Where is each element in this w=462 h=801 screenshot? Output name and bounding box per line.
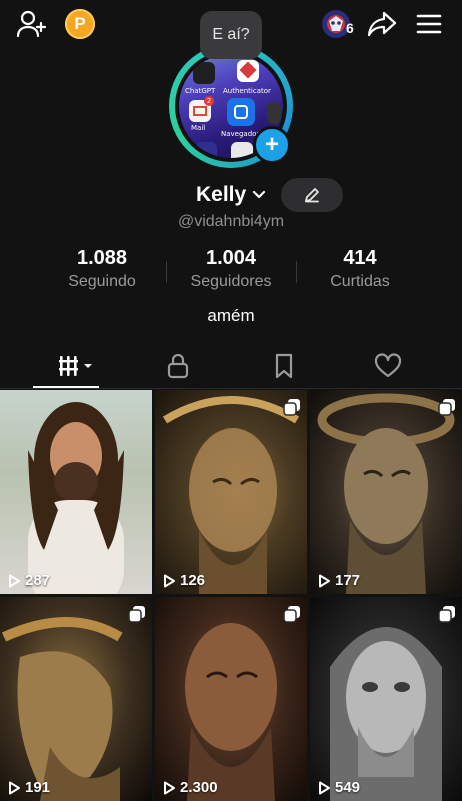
profile-name[interactable]: Kelly (196, 183, 246, 207)
view-count-value: 177 (335, 572, 361, 589)
status-bubble-text: E aí? (212, 26, 250, 43)
stat-label: Seguindo (68, 273, 136, 290)
video-grid: 287 126 177 191 2.300 549 (0, 390, 462, 801)
notifications-avatar[interactable]: 6 (316, 8, 356, 40)
stat-following[interactable]: 1.088 Seguindo (37, 247, 167, 291)
view-count: 287 (8, 572, 50, 589)
coin-label: P (74, 14, 86, 33)
view-count: 549 (318, 779, 360, 796)
tab-private[interactable] (138, 346, 218, 386)
menu-icon[interactable] (412, 8, 446, 40)
video-tile[interactable]: 287 (0, 390, 152, 594)
video-tile[interactable]: 191 (0, 597, 152, 801)
multi-photo-icon (438, 605, 456, 628)
profile-tabs (0, 346, 462, 389)
stat-value: 1.088 (76, 247, 128, 269)
active-tab-indicator (33, 386, 99, 388)
edit-profile-button[interactable] (281, 178, 343, 212)
grid-icon (59, 356, 92, 376)
add-friend-icon[interactable] (14, 8, 50, 40)
add-photo-button[interactable]: + (253, 126, 291, 164)
avatar-app-badge: 2 (204, 96, 214, 106)
coin-icon[interactable]: P (65, 9, 95, 39)
play-icon (319, 574, 330, 587)
tab-videos[interactable] (37, 346, 117, 386)
lock-icon (167, 353, 189, 379)
multi-photo-icon (438, 398, 456, 421)
multi-photo-icon (128, 605, 146, 628)
view-count: 177 (318, 572, 360, 589)
view-count: 2.300 (163, 779, 218, 796)
stat-value: 1.004 (205, 247, 257, 269)
profile-stats: 1.088 Seguindo 1.004 Seguidores 414 Curt… (0, 247, 462, 297)
share-icon[interactable] (364, 8, 400, 40)
video-tile[interactable]: 126 (155, 390, 307, 594)
profile-handle: @vidahnbi4ym (177, 213, 285, 230)
pencil-icon (305, 188, 319, 203)
profile-bio: amém (207, 306, 255, 325)
tab-saved[interactable] (244, 346, 324, 386)
notification-count: 6 (346, 20, 354, 36)
stat-label: Seguidores (190, 273, 272, 290)
avatar-app-label: ChatGPT (185, 87, 216, 95)
stat-followers[interactable]: 1.004 Seguidores (166, 247, 296, 291)
play-icon (164, 781, 175, 794)
view-count: 191 (8, 779, 50, 796)
bookmark-icon (275, 353, 293, 379)
view-count-value: 287 (25, 572, 51, 589)
view-count-value: 2.300 (180, 779, 218, 796)
play-icon (319, 781, 330, 794)
multi-photo-icon (283, 605, 301, 628)
video-tile[interactable]: 549 (310, 597, 462, 801)
avatar-app-label: Authenticator (223, 87, 271, 95)
play-icon (9, 781, 20, 794)
play-icon (164, 574, 175, 587)
status-bubble[interactable]: E aí? (200, 11, 262, 59)
heart-icon (374, 353, 402, 378)
stat-likes[interactable]: 414 Curtidas (295, 247, 425, 291)
play-icon (9, 574, 20, 587)
multi-photo-icon (283, 398, 301, 421)
avatar-app-label: Mail (191, 124, 206, 132)
view-count-value: 549 (335, 779, 361, 796)
video-thumbnail (28, 402, 124, 594)
view-count: 126 (163, 572, 205, 589)
view-count-value: 126 (180, 572, 206, 589)
video-tile[interactable]: 177 (310, 390, 462, 594)
view-count-value: 191 (25, 779, 51, 796)
video-tile[interactable]: 2.300 (155, 597, 307, 801)
stat-value: 414 (343, 247, 377, 269)
stat-label: Curtidas (330, 273, 390, 290)
chevron-down-icon[interactable] (251, 187, 267, 208)
tab-liked[interactable] (348, 346, 428, 386)
